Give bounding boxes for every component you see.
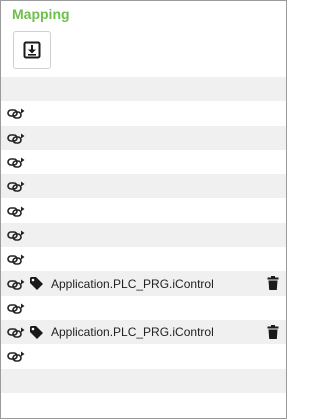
tag-icon <box>29 276 44 291</box>
mapping-rows: Application.PLC_PRG.iControl Application.… <box>1 77 286 417</box>
trash-icon[interactable] <box>267 276 279 291</box>
link-icon[interactable] <box>7 302 25 314</box>
link-icon[interactable] <box>7 350 25 363</box>
link-icon[interactable] <box>7 132 25 144</box>
mapping-row[interactable] <box>1 150 286 174</box>
trash-icon[interactable] <box>267 324 279 339</box>
mapping-row[interactable]: Application.PLC_PRG.iControl <box>1 319 286 345</box>
download-icon <box>23 41 41 59</box>
link-icon[interactable] <box>7 205 25 217</box>
link-icon[interactable] <box>7 253 25 266</box>
link-icon[interactable] <box>7 107 25 120</box>
link-icon[interactable] <box>7 229 25 241</box>
mapping-row[interactable] <box>1 77 286 102</box>
mapping-row[interactable] <box>1 222 286 248</box>
mapping-row[interactable] <box>1 344 286 368</box>
mapping-row[interactable] <box>1 125 286 150</box>
variable-name: Application.PLC_PRG.iControl <box>51 325 214 340</box>
mapping-row[interactable]: Application.PLC_PRG.iControl <box>1 271 286 296</box>
link-icon[interactable] <box>7 278 25 290</box>
mapping-panel: Mapping Application.PLC_PRG.iControl Appl… <box>0 0 287 419</box>
variable-name: Application.PLC_PRG.iControl <box>51 276 214 291</box>
download-button[interactable] <box>13 31 51 69</box>
mapping-row[interactable] <box>1 393 286 417</box>
link-icon[interactable] <box>7 156 25 168</box>
mapping-row[interactable] <box>1 198 286 222</box>
mapping-row[interactable] <box>1 174 286 199</box>
link-icon[interactable] <box>7 180 25 193</box>
tag-icon <box>29 325 44 340</box>
mapping-row[interactable] <box>1 368 286 393</box>
mapping-row[interactable] <box>1 101 286 125</box>
mapping-row[interactable] <box>1 247 286 271</box>
mapping-row[interactable] <box>1 296 286 320</box>
panel-title: Mapping <box>12 6 70 22</box>
link-icon[interactable] <box>7 326 25 338</box>
